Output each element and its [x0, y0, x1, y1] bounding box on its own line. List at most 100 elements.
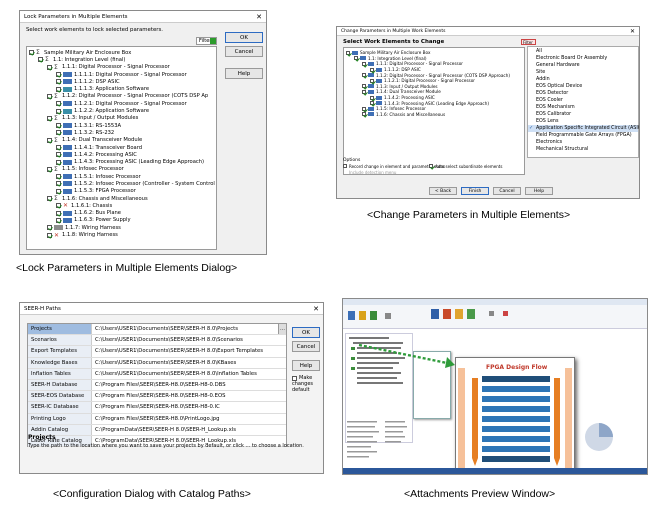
checkbox[interactable] [56, 108, 61, 114]
tree-row[interactable]: Σ 1.1: Integration Level (final) [29, 56, 214, 63]
config-path-row[interactable]: Export Templates C:\Users\USER1\Documents… [28, 346, 286, 358]
tree-row[interactable]: 1.1.6: Chassis and Miscellaneous [346, 112, 522, 118]
tree-row[interactable]: 1.1.3.2: RS-232 [29, 129, 214, 136]
config-path-value[interactable]: C:\Users\USER1\Documents\SEER\SEER-H 8.0… [92, 324, 278, 334]
checkbox[interactable] [56, 101, 61, 107]
checkbox[interactable] [370, 101, 374, 106]
tree-row[interactable]: Σ Sample Military Air Enclosure Box [29, 49, 214, 56]
change-finish-button[interactable]: Finish [461, 187, 489, 195]
checkbox[interactable] [362, 84, 366, 89]
checkbox[interactable] [56, 123, 61, 129]
checkbox[interactable] [346, 50, 350, 55]
config-path-value[interactable]: C:\Users\USER1\Documents\SEER\SEER-H 8.0… [92, 358, 286, 368]
tree-row[interactable]: 1.1.6.3: Power Supply [29, 217, 214, 224]
tree-row[interactable]: 1.1.7: Wiring Harness [29, 224, 214, 231]
filter-list-item[interactable]: Field Programmable Gate Arrays (FPGA) [528, 132, 638, 139]
config-make-default-option[interactable]: Make changes default [292, 375, 323, 393]
checkbox[interactable] [354, 56, 358, 61]
close-icon[interactable]: ✕ [313, 303, 319, 315]
filter-list-item[interactable]: Site [528, 69, 638, 76]
checkbox[interactable] [362, 61, 366, 66]
checkbox[interactable] [370, 78, 374, 83]
checkbox[interactable] [56, 145, 61, 150]
checkbox[interactable] [29, 50, 34, 56]
checkbox[interactable] [47, 225, 52, 231]
checkbox[interactable] [343, 164, 347, 168]
tree-row[interactable]: 1.1.1.2: DSP ASIC [29, 78, 214, 85]
config-cancel-button[interactable]: Cancel [292, 341, 320, 352]
checkbox[interactable] [362, 89, 366, 94]
config-help-button[interactable]: Help [292, 360, 320, 371]
filter-list-item[interactable]: Mechanical Structural [528, 146, 638, 153]
tree-row[interactable]: Σ 1.1.1: Digital Processor - Signal Proce… [29, 64, 214, 71]
checkbox[interactable] [56, 217, 61, 223]
checkbox[interactable] [38, 57, 43, 63]
lock-cancel-button[interactable]: Cancel [225, 46, 263, 57]
checkbox[interactable] [56, 188, 61, 194]
filter-list-item[interactable]: Electronic Board Or Assembly [528, 55, 638, 62]
tree-row[interactable]: 1.1.5.2: Infosec Processor (Controller -… [29, 180, 215, 187]
config-path-row[interactable]: Knowledge Bases C:\Users\USER1\Documents\… [28, 357, 286, 369]
config-path-value[interactable]: C:\ProgramData\SEER\SEER-H 8.0\SEER-H_Lo… [92, 425, 286, 435]
change-help-button[interactable]: Help [525, 187, 553, 195]
change-option-2[interactable]: Auto select subordinate elements [429, 164, 502, 169]
tree-row[interactable]: Σ 1.1.6: Chassis and Miscellaneous [29, 195, 214, 202]
tree-row[interactable]: 1.1.6.2: Bus Plane [29, 210, 214, 217]
config-paths-table[interactable]: Projects C:\Users\USER1\Documents\SEER\SE… [27, 323, 287, 448]
filter-list-item[interactable]: General Hardware [528, 62, 638, 69]
lock-filter-button[interactable]: Filter [196, 37, 217, 45]
checkbox[interactable] [362, 112, 366, 117]
checkbox[interactable] [56, 72, 61, 78]
tree-row[interactable]: 1.1.2.1: Digital Processor - Signal Proc… [29, 100, 214, 107]
config-path-value[interactable]: C:\Users\USER1\Documents\SEER\SEER-H 8.0… [92, 335, 286, 345]
checkbox[interactable] [47, 232, 52, 238]
checkbox[interactable] [292, 376, 297, 381]
checkbox[interactable] [47, 64, 52, 70]
browse-button[interactable]: … [278, 324, 286, 335]
config-path-value[interactable]: C:\Program Files\SEER\SEER-H8.0\PrintLog… [92, 414, 286, 424]
config-path-value[interactable]: C:\Program Files\SEER\SEER-H8.0\SEER-H8-… [92, 391, 286, 401]
checkbox[interactable] [56, 174, 61, 180]
change-cancel-button[interactable]: Cancel [493, 187, 521, 195]
tree-row[interactable]: Σ 1.1.5: Infosec Processor [29, 166, 214, 173]
config-path-row[interactable]: SEER-IC Database C:\Program Files\SEER\SE… [28, 402, 286, 414]
checkbox[interactable] [56, 181, 61, 187]
tree-row[interactable]: ✕ 1.1.8: Wiring Harness [29, 231, 214, 238]
config-path-row[interactable]: Scenarios C:\Users\USER1\Documents\SEER\S… [28, 335, 286, 347]
checkbox[interactable] [56, 152, 61, 158]
checkbox[interactable] [56, 86, 61, 92]
tree-row[interactable]: 1.1.4.1: Transceiver Board [29, 144, 214, 151]
checkbox[interactable] [56, 79, 61, 85]
checkbox[interactable] [429, 164, 433, 168]
checkbox[interactable] [370, 95, 374, 100]
config-path-value[interactable]: C:\Program Files\SEER\SEER-H8.0\SEER-H8-… [92, 380, 286, 390]
tree-row[interactable]: 1.1.3.1: RS-1553A [29, 122, 214, 129]
tree-row[interactable]: Σ 1.1.2: Digital Processor - Signal Proce… [29, 93, 214, 100]
config-path-row[interactable]: Inflation Tables C:\Users\USER1\Documents… [28, 368, 286, 380]
tree-row[interactable]: 1.1.2.2: Application Software [29, 107, 214, 114]
filter-list-item[interactable]: Addin [528, 76, 638, 83]
filter-list-item[interactable]: Application Specific Integrated Circuit … [528, 125, 639, 132]
tree-row[interactable]: 1.1.5.1: Infosec Processor [29, 173, 214, 180]
tree-row[interactable]: 1.1.4.2: Processing ASIC [29, 151, 214, 158]
checkbox[interactable] [47, 137, 52, 143]
filter-list-item[interactable]: EOS Optical Device [528, 83, 638, 90]
config-ok-button[interactable]: OK [292, 327, 320, 338]
config-path-row[interactable]: Projects C:\Users\USER1\Documents\SEER\SE… [28, 324, 286, 336]
checkbox[interactable] [362, 73, 366, 78]
config-path-row[interactable]: SEER-EOS Database C:\Program Files\SEER\S… [28, 391, 286, 403]
tree-row[interactable]: Σ 1.1.4: Dual Transceiver Module [29, 137, 214, 144]
change-back-button[interactable]: < Back [429, 187, 457, 195]
tree-row[interactable]: 1.1.5.3: FPGA Processor [29, 188, 214, 195]
filter-list-item[interactable]: All [528, 48, 638, 55]
checkbox[interactable] [56, 210, 61, 216]
tree-row[interactable]: Σ 1.1.3: Input / Output Modules [29, 115, 214, 122]
checkbox[interactable] [362, 106, 366, 111]
change-filter-dropdown[interactable]: All Electronic Board Or Assembly General H… [527, 46, 639, 158]
config-path-value[interactable]: C:\Users\USER1\Documents\SEER\SEER-H 8.0… [92, 346, 286, 356]
checkbox[interactable] [47, 93, 52, 99]
tree-row[interactable]: 1.1.1.3: Application Software [29, 85, 214, 92]
tree-row[interactable]: ✕ 1.1.6.1: Chassis [29, 202, 214, 209]
fpga-preview-window[interactable]: FPGA Design Flow [455, 357, 575, 474]
config-path-row[interactable]: Printing Logo C:\Program Files\SEER\SEER-… [28, 413, 286, 425]
